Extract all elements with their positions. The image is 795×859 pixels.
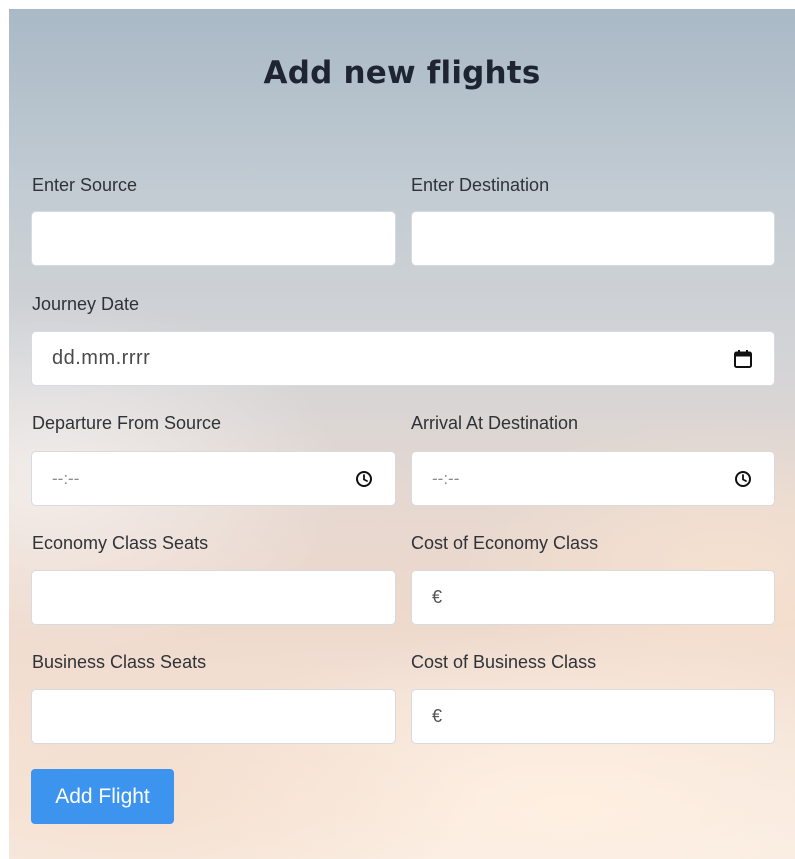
- business-seats-input[interactable]: [52, 690, 375, 743]
- destination-input[interactable]: [432, 212, 754, 265]
- business-seats-field[interactable]: [31, 689, 396, 744]
- arrival-label: Arrival At Destination: [411, 413, 579, 433]
- economy-seats-field[interactable]: [31, 570, 396, 625]
- arrival-time-value: --:--: [432, 468, 460, 488]
- calendar-icon[interactable]: [732, 348, 754, 370]
- source-field[interactable]: [31, 211, 396, 266]
- economy-cost-input[interactable]: [448, 571, 754, 624]
- economy-cost-label: Cost of Economy Class: [411, 533, 599, 553]
- page-title: Add new flights: [263, 55, 541, 91]
- departure-label: Departure From Source: [32, 413, 222, 433]
- source-input[interactable]: [52, 212, 375, 265]
- economy-cost-field[interactable]: €: [411, 570, 775, 625]
- euro-prefix: €: [432, 587, 443, 607]
- euro-prefix: €: [432, 706, 443, 726]
- clock-icon[interactable]: [732, 468, 754, 490]
- business-cost-input[interactable]: [448, 690, 754, 743]
- journey-date-value: dd.mm.rrrr: [52, 347, 151, 369]
- form-panel: Add new flights Enter Source Enter Desti…: [9, 9, 795, 859]
- journey-date-field[interactable]: dd.mm.rrrr: [31, 331, 775, 386]
- add-flight-button[interactable]: Add Flight: [31, 769, 174, 824]
- arrival-time-field[interactable]: --:--: [411, 451, 775, 506]
- business-seats-label: Business Class Seats: [32, 652, 207, 672]
- journey-date-label: Journey Date: [32, 294, 140, 314]
- destination-label: Enter Destination: [411, 175, 550, 195]
- economy-seats-label: Economy Class Seats: [32, 533, 209, 553]
- business-cost-label: Cost of Business Class: [411, 652, 597, 672]
- departure-time-field[interactable]: --:--: [31, 451, 396, 506]
- business-cost-field[interactable]: €: [411, 689, 775, 744]
- clock-icon[interactable]: [353, 468, 375, 490]
- departure-time-value: --:--: [52, 468, 80, 488]
- economy-seats-input[interactable]: [52, 571, 375, 624]
- destination-field[interactable]: [411, 211, 775, 266]
- source-label: Enter Source: [32, 175, 138, 195]
